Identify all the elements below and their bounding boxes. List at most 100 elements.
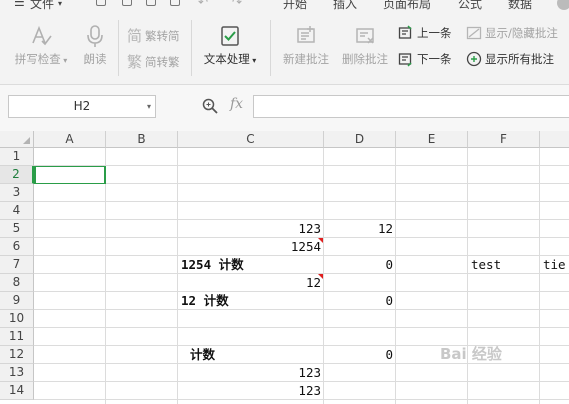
- new-comment-button[interactable]: 新建批注: [279, 24, 333, 67]
- tab-review-indicator[interactable]: [557, 0, 569, 10]
- row-header-12[interactable]: 12: [0, 346, 34, 364]
- row-header-6[interactable]: 6: [0, 238, 34, 256]
- comment-indicator[interactable]: [318, 274, 323, 279]
- cell-c8[interactable]: 12: [178, 274, 324, 292]
- row-header-8[interactable]: 8: [0, 274, 34, 292]
- preview-icon[interactable]: [170, 0, 180, 6]
- cell-d5[interactable]: 12: [324, 220, 396, 238]
- grid-line: [34, 165, 569, 166]
- cell-c13[interactable]: 123: [178, 364, 324, 382]
- name-box[interactable]: H2 ▾: [8, 95, 156, 118]
- simp-to-trad-button[interactable]: 繁 简转繁: [127, 51, 180, 72]
- new-comment-icon: [297, 26, 315, 43]
- trad-to-simp-label: 繁转简: [145, 28, 180, 43]
- menu-bar: ☰ 文件 ▾ ↶ ↷ 开始 插入 页面布局 公式 数据: [0, 0, 569, 14]
- delete-comment-icon: [356, 28, 374, 44]
- cell-g7[interactable]: tie: [540, 256, 569, 274]
- hamburger-icon[interactable]: ☰: [14, 0, 25, 9]
- tab-formulas[interactable]: 公式: [458, 0, 482, 12]
- row-header-10[interactable]: 10: [0, 310, 34, 328]
- show-all-comments-label: 显示所有批注: [485, 52, 554, 66]
- comment-indicator[interactable]: [318, 238, 323, 243]
- toggle-comments-label: 显示/隐藏批注: [485, 26, 558, 40]
- column-header-d[interactable]: D: [324, 131, 396, 148]
- grid-line: [34, 183, 569, 184]
- row-header-4[interactable]: 4: [0, 202, 34, 220]
- file-dropdown-icon[interactable]: ▾: [58, 0, 62, 8]
- cell-c9[interactable]: 12 计数: [178, 292, 324, 310]
- next-comment-label: 下一条: [417, 52, 452, 66]
- undo-icon[interactable]: ↶: [198, 0, 208, 9]
- ribbon-divider: [191, 20, 192, 76]
- name-box-value: H2: [73, 99, 91, 113]
- simp-char-icon: 繁: [127, 53, 143, 71]
- tab-data[interactable]: 数据: [508, 0, 532, 12]
- cell-c14[interactable]: 123: [178, 382, 324, 400]
- read-aloud-button[interactable]: 朗读: [78, 24, 112, 67]
- row-header-1[interactable]: 1: [0, 148, 34, 166]
- formula-input[interactable]: [253, 95, 569, 118]
- cell-c5[interactable]: 123: [178, 220, 324, 238]
- row-header-7[interactable]: 7: [0, 256, 34, 274]
- delete-comment-label: 删除批注: [342, 52, 388, 66]
- trad-to-simp-button[interactable]: 简 繁转简: [127, 25, 180, 46]
- name-box-dropdown-icon[interactable]: ▾: [147, 96, 151, 117]
- column-header-b[interactable]: B: [106, 131, 178, 148]
- delete-comment-button[interactable]: 删除批注: [338, 24, 392, 67]
- ribbon-divider: [270, 20, 271, 76]
- grid-line: [34, 327, 569, 328]
- text-processing-icon: [221, 26, 239, 46]
- trad-char-icon: 简: [127, 27, 143, 45]
- column-header-g[interactable]: [540, 131, 569, 148]
- row-header-11[interactable]: 11: [0, 328, 34, 346]
- column-header-e[interactable]: E: [396, 131, 468, 148]
- ribbon-divider: [118, 20, 119, 76]
- toggle-comments-button[interactable]: 显示/隐藏批注: [466, 25, 558, 41]
- row-header-13[interactable]: 13: [0, 364, 34, 382]
- cell-c7[interactable]: 1254 计数: [178, 256, 324, 274]
- cell-c6[interactable]: 1254: [178, 238, 324, 256]
- cell-c12[interactable]: 计数: [178, 346, 324, 364]
- formula-bar: H2 ▾ fx: [0, 85, 569, 132]
- export-icon[interactable]: [122, 0, 132, 6]
- row-header-2[interactable]: 2: [0, 166, 34, 184]
- show-all-comments-icon: [466, 51, 482, 67]
- cell-f7[interactable]: test: [468, 256, 540, 274]
- fx-icon[interactable]: fx: [230, 96, 243, 112]
- active-cell-highlight: [34, 166, 106, 184]
- redo-icon[interactable]: ↷: [232, 0, 242, 9]
- row-header-14[interactable]: 14: [0, 382, 34, 400]
- text-processing-button[interactable]: 文本处理 ▾: [199, 24, 261, 67]
- column-header-f[interactable]: F: [468, 131, 540, 148]
- next-comment-button[interactable]: 下一条: [398, 51, 452, 67]
- spellcheck-button[interactable]: 拼写检查 ▾: [10, 24, 72, 67]
- prev-comment-label: 上一条: [417, 26, 452, 40]
- select-all-corner[interactable]: [0, 131, 34, 148]
- column-header-c[interactable]: C: [178, 131, 324, 148]
- tab-insert[interactable]: 插入: [333, 0, 357, 12]
- prev-comment-button[interactable]: 上一条: [398, 25, 452, 41]
- cell-d12[interactable]: 0: [324, 346, 396, 364]
- next-comment-icon: [398, 53, 412, 67]
- cell-d7[interactable]: 0: [324, 256, 396, 274]
- prev-comment-icon: [398, 25, 412, 39]
- zoom-search-icon[interactable]: [202, 98, 218, 114]
- read-aloud-label: 朗读: [83, 52, 107, 66]
- save-icon[interactable]: [96, 0, 106, 6]
- show-all-comments-button[interactable]: 显示所有批注: [466, 51, 554, 67]
- row-header-3[interactable]: 3: [0, 184, 34, 202]
- grid-line: [539, 148, 540, 404]
- tab-home[interactable]: 开始: [283, 0, 307, 12]
- row-header-9[interactable]: 9: [0, 292, 34, 310]
- row-header-5[interactable]: 5: [0, 220, 34, 238]
- review-ribbon: 拼写检查 ▾ 朗读 简 繁转简 繁 简转繁 文本处理 ▾ 新建批注 删除批注 上…: [0, 14, 569, 85]
- menu-file[interactable]: 文件: [30, 0, 54, 12]
- cell-d9[interactable]: 0: [324, 292, 396, 310]
- simp-to-trad-label: 简转繁: [145, 54, 180, 69]
- tab-page-layout[interactable]: 页面布局: [383, 0, 431, 12]
- column-header-a[interactable]: A: [34, 131, 106, 148]
- text-processing-label: 文本处理: [203, 52, 250, 66]
- print-icon[interactable]: [146, 0, 156, 6]
- watermark: Bai 经验: [440, 345, 502, 363]
- microphone-icon: [87, 25, 103, 47]
